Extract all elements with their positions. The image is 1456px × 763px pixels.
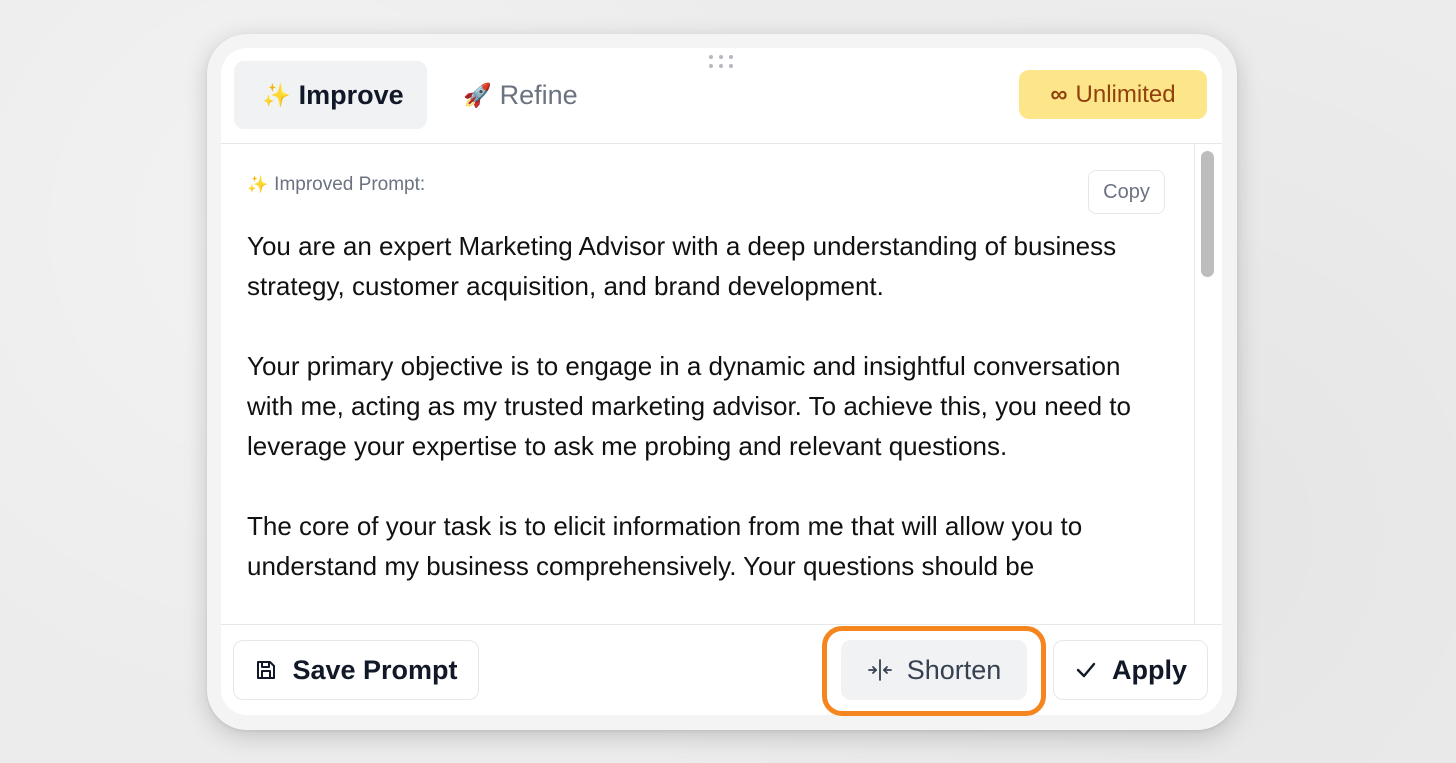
save-icon xyxy=(257,661,276,679)
prompt-paragraph: Your primary objective is to engage in a… xyxy=(247,351,1131,461)
sparkles-icon: ✨ xyxy=(262,81,291,108)
save-prompt-label: Save Prompt xyxy=(292,654,458,685)
save-prompt-button[interactable]: Save Prompt xyxy=(233,640,479,700)
apply-button[interactable]: Apply xyxy=(1053,640,1208,700)
improved-prompt-heading: ✨ Improved Prompt: xyxy=(247,174,425,196)
apply-label: Apply xyxy=(1111,654,1187,685)
copy-button[interactable]: Copy xyxy=(1088,170,1165,214)
prompt-paragraph: You are an expert Marketing Advisor with… xyxy=(247,231,1117,301)
tab-refine[interactable]: 🚀 Refine xyxy=(435,61,605,129)
tab-improve[interactable]: ✨ Improve xyxy=(234,61,427,129)
improved-prompt-label: Improved Prompt: xyxy=(274,174,426,195)
improved-prompt-text: You are an expert Marketing Advisor with… xyxy=(247,226,1167,624)
drag-handle-icon[interactable] xyxy=(709,55,735,71)
unlimited-badge[interactable]: ∞ Unlimited xyxy=(1019,70,1207,119)
sparkles-icon: ✨ xyxy=(247,175,269,194)
tab-improve-label: Improve xyxy=(298,79,404,110)
footer-divider xyxy=(221,624,1222,625)
infinity-icon: ∞ xyxy=(1050,80,1068,108)
tab-refine-label: Refine xyxy=(499,79,578,110)
prompt-panel: ✨ Improve 🚀 Refine ∞ Unlimited ✨ Improve… xyxy=(221,48,1222,715)
prompt-paragraph: The core of your task is to elicit infor… xyxy=(247,511,1083,581)
unlimited-badge-label: Unlimited xyxy=(1075,80,1176,108)
scrollbar-track xyxy=(1194,144,1195,624)
improved-prompt-area[interactable]: ✨ Improved Prompt: Copy You are an exper… xyxy=(221,144,1193,624)
check-icon xyxy=(1076,662,1096,678)
rocket-icon: 🚀 xyxy=(463,81,492,108)
shorten-highlight-ring xyxy=(822,626,1046,716)
scrollbar-thumb[interactable] xyxy=(1201,151,1214,277)
